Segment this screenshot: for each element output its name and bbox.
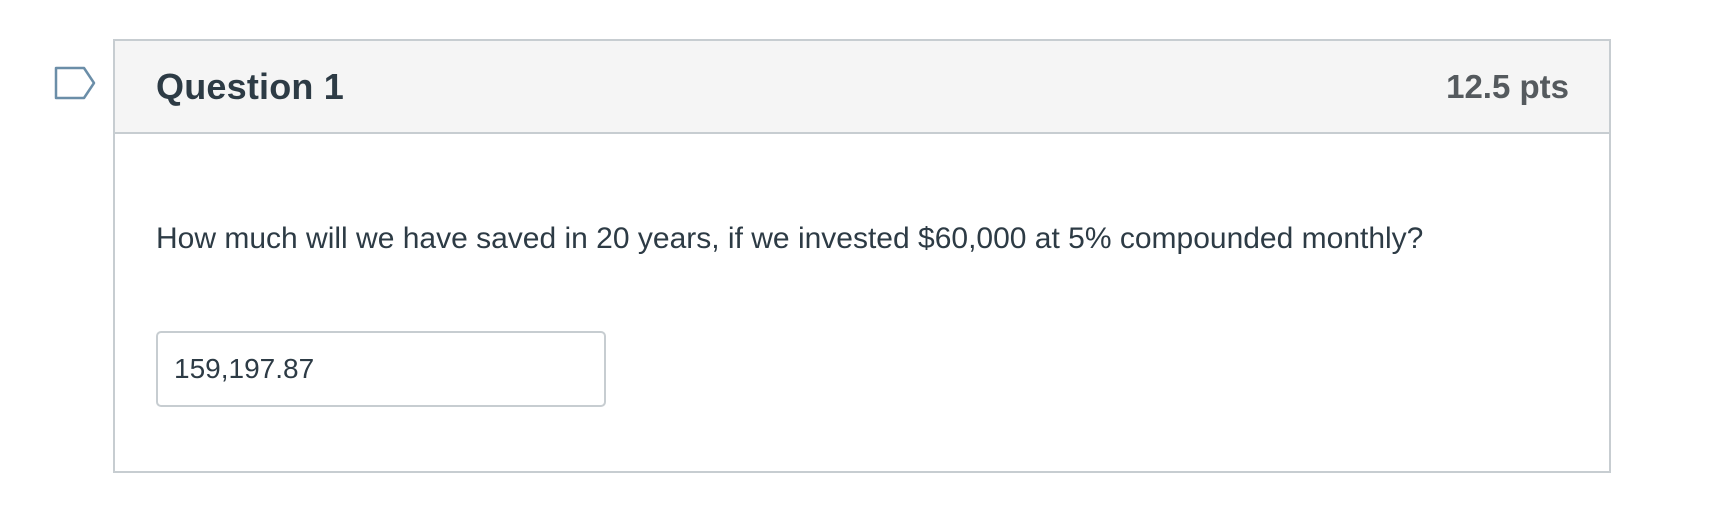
question-points: 12.5 pts [1446, 67, 1569, 105]
answer-input[interactable] [156, 331, 606, 407]
question-header: Question 1 12.5 pts [115, 41, 1609, 134]
flag-question-icon[interactable] [54, 66, 98, 102]
question-card: Question 1 12.5 pts How much will we hav… [113, 39, 1611, 473]
question-title: Question 1 [156, 65, 345, 107]
question-text: How much will we have saved in 20 years,… [156, 222, 1424, 255]
